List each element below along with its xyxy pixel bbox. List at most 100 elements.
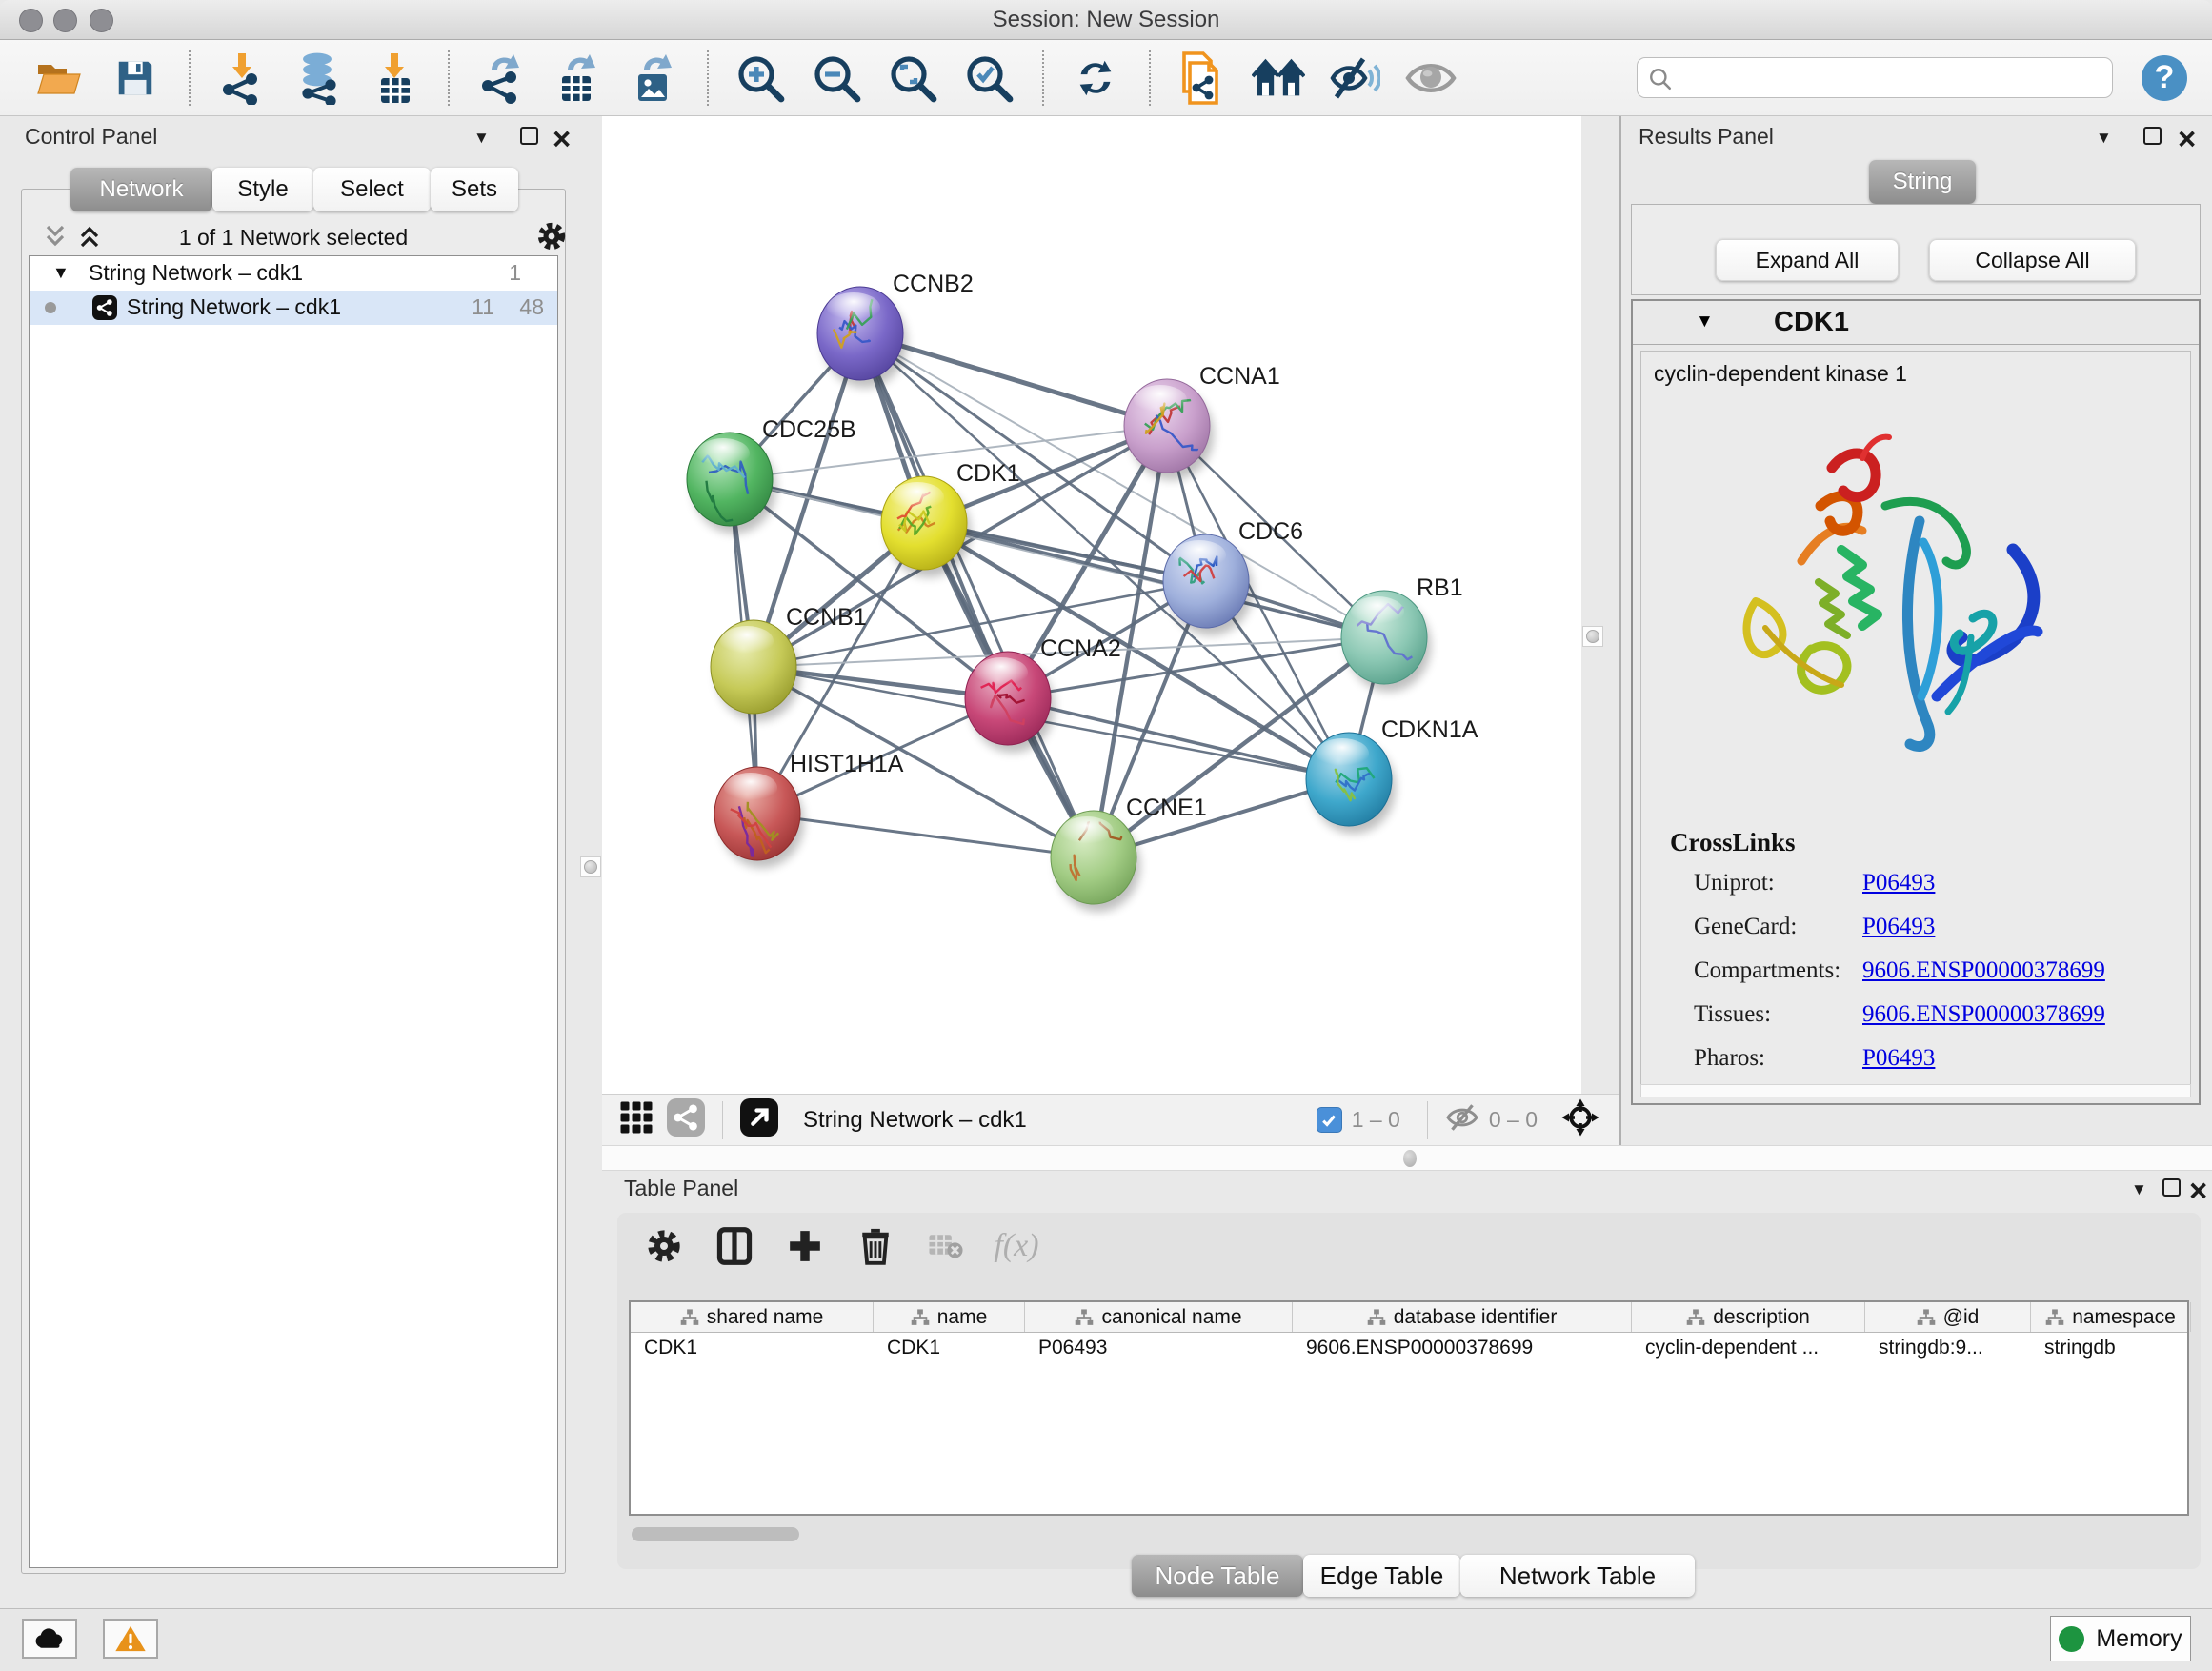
first-neighbors-houses-icon[interactable]	[1252, 50, 1305, 106]
panel-close-icon[interactable]: ×	[2189, 1175, 2207, 1206]
table-tabs: Node Table Edge Table Network Table	[1132, 1555, 1695, 1597]
tab-string[interactable]: String	[1869, 160, 1976, 204]
export-image-icon[interactable]	[627, 50, 680, 106]
open-network-in-window-icon[interactable]	[740, 1098, 778, 1141]
open-session-icon[interactable]	[32, 50, 86, 106]
panel-float-icon[interactable]	[520, 127, 538, 145]
table-cell: stringdb	[2031, 1333, 2191, 1365]
collapse-all-button[interactable]: Collapse All	[1929, 239, 2136, 281]
hide-selected-eye-slash-icon[interactable]	[1328, 50, 1381, 106]
function-builder-icon[interactable]: f(x)	[995, 1224, 1038, 1268]
panel-menu-icon[interactable]: ▼	[2131, 1181, 2147, 1198]
grid-view-icon[interactable]	[619, 1100, 654, 1139]
refresh-icon[interactable]	[1069, 50, 1122, 106]
crosslink-link[interactable]: P06493	[1862, 870, 1935, 896]
network-node-HIST1H1A[interactable]: HIST1H1A	[714, 751, 904, 868]
network-node-CDC6[interactable]: CDC6	[1163, 518, 1303, 635]
network-canvas[interactable]: CCNB2CCNA1CDC25BCDK1CDC6RB1CCNB1CCNA2CDK…	[602, 116, 1581, 1094]
show-columns-icon[interactable]	[713, 1224, 756, 1268]
hidden-eye-slash-icon[interactable]	[1445, 1103, 1479, 1137]
selected-checkbox-icon[interactable]	[1317, 1107, 1342, 1133]
add-column-icon[interactable]	[783, 1224, 827, 1268]
delete-table-icon[interactable]	[924, 1224, 968, 1268]
network-collection-row[interactable]: ▼ String Network – cdk1 1	[30, 256, 557, 291]
network-node-CDC25B[interactable]: CDC25B	[687, 416, 856, 534]
table-row[interactable]: CDK1 CDK1 P06493 9606.ENSP00000378699 cy…	[631, 1333, 2187, 1365]
splitter-handle[interactable]	[1403, 1150, 1417, 1167]
export-table-icon[interactable]	[551, 50, 604, 106]
crosslink-label: Uniprot:	[1694, 870, 1775, 896]
panel-menu-icon[interactable]: ▼	[2096, 130, 2112, 146]
fit-selected-crosshair-icon[interactable]	[1560, 1097, 1600, 1142]
show-all-eye-icon[interactable]	[1404, 50, 1458, 106]
network-options-gear-icon[interactable]	[535, 220, 568, 252]
network-node-CCNB2[interactable]: CCNB2	[817, 271, 974, 388]
network-node-CCNA1[interactable]: CCNA1	[1124, 363, 1280, 480]
right-splitter-handle[interactable]	[1582, 626, 1603, 647]
import-network-from-database-icon[interactable]	[292, 50, 345, 106]
zoom-out-icon[interactable]	[810, 50, 863, 106]
import-table-from-file-icon[interactable]	[368, 50, 421, 106]
crosslink-link[interactable]: P06493	[1862, 914, 1935, 940]
help-icon[interactable]: ?	[2142, 55, 2187, 101]
network-list: ▼ String Network – cdk1 1 String Network…	[29, 255, 558, 1568]
left-splitter-handle[interactable]	[580, 856, 601, 877]
network-birds-eye-icon[interactable]	[667, 1098, 705, 1141]
tab-network-table[interactable]: Network Table	[1460, 1555, 1695, 1597]
table-settings-gear-icon[interactable]	[642, 1224, 686, 1268]
gene-expander-icon[interactable]: ▼	[1696, 312, 1714, 332]
export-network-icon[interactable]	[474, 50, 528, 106]
tab-sets[interactable]: Sets	[431, 168, 518, 211]
network-row-selected[interactable]: String Network – cdk1 11 48	[30, 291, 557, 325]
crosslink-link[interactable]: 9606.ENSP00000378699	[1862, 957, 2105, 984]
save-session-icon[interactable]	[109, 50, 162, 106]
panel-float-icon[interactable]	[2162, 1178, 2181, 1197]
column-header[interactable]: name	[874, 1302, 1025, 1332]
crosslink-link[interactable]: 9606.ENSP00000378699	[1862, 1001, 2105, 1028]
import-network-from-file-icon[interactable]	[215, 50, 269, 106]
tab-select[interactable]: Select	[313, 168, 431, 211]
toolbar-separator	[189, 50, 191, 106]
search-input[interactable]	[1679, 58, 2099, 97]
warnings-button[interactable]	[103, 1619, 158, 1659]
zoom-selected-icon[interactable]	[962, 50, 1016, 106]
network-node-CDKN1A[interactable]: CDKN1A	[1306, 716, 1478, 834]
network-node-RB1[interactable]: RB1	[1341, 574, 1463, 692]
network-edge[interactable]	[757, 814, 1094, 857]
network-edge[interactable]	[860, 333, 1094, 857]
column-header[interactable]: namespace	[2031, 1302, 2191, 1332]
window-title: Session: New Session	[0, 7, 2212, 33]
node-table: shared name name canonical name database…	[629, 1300, 2189, 1516]
panel-close-icon[interactable]: ×	[553, 123, 571, 154]
zoom-in-icon[interactable]	[734, 50, 787, 106]
collection-expander-icon[interactable]: ▼	[52, 263, 70, 283]
tab-network[interactable]: Network	[70, 168, 212, 211]
tab-edge-table[interactable]: Edge Table	[1303, 1555, 1460, 1597]
panel-float-icon[interactable]	[2143, 127, 2162, 145]
toolbar-separator	[1149, 50, 1151, 106]
delete-column-trash-icon[interactable]	[854, 1224, 897, 1268]
open-in-string-icon[interactable]	[1176, 50, 1229, 106]
horizontal-scrollbar-thumb[interactable]	[632, 1527, 799, 1541]
table-panel-splitter[interactable]	[602, 1145, 2212, 1171]
column-header[interactable]: description	[1632, 1302, 1865, 1332]
tab-node-table[interactable]: Node Table	[1132, 1555, 1303, 1597]
panel-menu-icon[interactable]: ▼	[473, 130, 490, 146]
column-header[interactable]: canonical name	[1025, 1302, 1293, 1332]
gene-header-row[interactable]: ▼ CDK1	[1633, 301, 2199, 345]
expand-all-button[interactable]: Expand All	[1716, 239, 1899, 281]
network-node-CDK1[interactable]: CDK1	[881, 460, 1020, 577]
column-header[interactable]: database identifier	[1293, 1302, 1632, 1332]
memory-button[interactable]: Memory	[2050, 1616, 2191, 1661]
column-header[interactable]: @id	[1865, 1302, 2031, 1332]
tab-style[interactable]: Style	[212, 168, 313, 211]
cloud-status-button[interactable]	[22, 1619, 77, 1659]
crosslink-row: Compartments: 9606.ENSP00000378699	[1641, 957, 2190, 990]
crosslink-link[interactable]: P06493	[1862, 1045, 1935, 1072]
panel-close-icon[interactable]: ×	[2178, 123, 2196, 154]
network-edge[interactable]	[924, 523, 1384, 637]
zoom-fit-icon[interactable]	[886, 50, 939, 106]
column-header[interactable]: shared name	[631, 1302, 874, 1332]
results-scroll-strip[interactable]	[1640, 1084, 2191, 1097]
crosslink-row: Tissues: 9606.ENSP00000378699	[1641, 1001, 2190, 1034]
